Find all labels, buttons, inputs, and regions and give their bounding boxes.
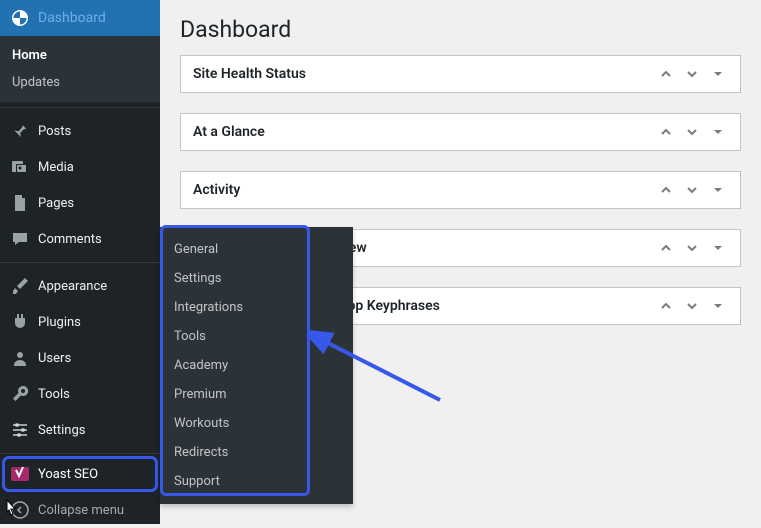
sidebar-item-users[interactable]: Users	[0, 340, 160, 376]
move-up-icon[interactable]	[656, 64, 676, 84]
sidebar-label: Users	[38, 351, 71, 366]
sidebar-item-settings[interactable]: Settings	[0, 412, 160, 448]
sidebar-label: Yoast SEO	[38, 467, 98, 482]
sidebar-label: Appearance	[38, 279, 107, 294]
flyout-item-support[interactable]: Support	[160, 467, 353, 496]
sidebar-label: Posts	[38, 124, 71, 139]
media-icon	[10, 157, 30, 177]
move-down-icon[interactable]	[682, 296, 702, 316]
sidebar-item-plugins[interactable]: Plugins	[0, 304, 160, 340]
flyout-item-integrations[interactable]: Integrations	[160, 293, 353, 322]
sidebar-label: Dashboard	[38, 10, 106, 26]
flyout-item-premium[interactable]: Premium	[160, 380, 353, 409]
dashboard-icon	[10, 8, 30, 28]
sidebar-label: Settings	[38, 423, 85, 438]
metabox-title: At a Glance	[193, 124, 265, 140]
metabox-toggles	[656, 238, 728, 258]
sidebar-item-posts[interactable]: Posts	[0, 113, 160, 149]
metabox-toggles	[656, 296, 728, 316]
flyout-item-academy[interactable]: Academy	[160, 351, 353, 380]
collapse-menu-button[interactable]: Collapse menu	[0, 492, 160, 528]
move-down-icon[interactable]	[682, 122, 702, 142]
metabox-toggles	[656, 64, 728, 84]
yoast-flyout-menu: General Settings Integrations Tools Acad…	[160, 227, 353, 504]
collapse-label: Collapse menu	[38, 503, 124, 518]
sidebar-item-comments[interactable]: Comments	[0, 221, 160, 257]
metabox-title: Site Health Status	[193, 66, 306, 82]
user-icon	[10, 348, 30, 368]
toggle-panel-icon[interactable]	[708, 296, 728, 316]
sidebar-item-appearance[interactable]: Appearance	[0, 268, 160, 304]
flyout-item-tools[interactable]: Tools	[160, 322, 353, 351]
collapse-icon	[10, 500, 30, 520]
flyout-item-workouts[interactable]: Workouts	[160, 409, 353, 438]
move-down-icon[interactable]	[682, 238, 702, 258]
yoast-icon	[10, 464, 30, 484]
plug-icon	[10, 312, 30, 332]
toggle-panel-icon[interactable]	[708, 180, 728, 200]
page-title: Dashboard	[180, 0, 741, 55]
wrench-icon	[10, 384, 30, 404]
admin-sidebar: Dashboard Home Updates Posts Media Pages…	[0, 0, 160, 524]
brush-icon	[10, 276, 30, 296]
toggle-panel-icon[interactable]	[708, 238, 728, 258]
move-up-icon[interactable]	[656, 122, 676, 142]
metabox-toggles	[656, 122, 728, 142]
sidebar-item-dashboard[interactable]: Dashboard	[0, 0, 160, 36]
sliders-icon	[10, 420, 30, 440]
sidebar-item-tools[interactable]: Tools	[0, 376, 160, 412]
sidebar-label: Tools	[38, 387, 70, 402]
sidebar-item-pages[interactable]: Pages	[0, 185, 160, 221]
move-up-icon[interactable]	[656, 180, 676, 200]
move-down-icon[interactable]	[682, 64, 702, 84]
flyout-item-general[interactable]: General	[160, 235, 353, 264]
metabox-toggles	[656, 180, 728, 200]
metabox-site-health[interactable]: Site Health Status	[180, 55, 741, 93]
sidebar-item-media[interactable]: Media	[0, 149, 160, 185]
move-down-icon[interactable]	[682, 180, 702, 200]
sidebar-sub-home[interactable]: Home	[0, 42, 160, 69]
comment-icon	[10, 229, 30, 249]
flyout-item-settings[interactable]: Settings	[160, 264, 353, 293]
flyout-item-redirects[interactable]: Redirects	[160, 438, 353, 467]
pin-icon	[10, 121, 30, 141]
sidebar-sub-updates[interactable]: Updates	[0, 69, 160, 96]
move-up-icon[interactable]	[656, 296, 676, 316]
sidebar-label: Comments	[38, 232, 102, 247]
dashboard-submenu: Home Updates	[0, 36, 160, 102]
toggle-panel-icon[interactable]	[708, 122, 728, 142]
sidebar-label: Pages	[38, 196, 74, 211]
metabox-activity[interactable]: Activity	[180, 171, 741, 209]
metabox-at-a-glance[interactable]: At a Glance	[180, 113, 741, 151]
toggle-panel-icon[interactable]	[708, 64, 728, 84]
move-up-icon[interactable]	[656, 238, 676, 258]
sidebar-item-yoast-seo[interactable]: Yoast SEO	[5, 459, 155, 489]
metabox-title: Activity	[193, 182, 240, 198]
sidebar-label: Media	[38, 160, 74, 175]
page-icon	[10, 193, 30, 213]
sidebar-label: Plugins	[38, 315, 81, 330]
